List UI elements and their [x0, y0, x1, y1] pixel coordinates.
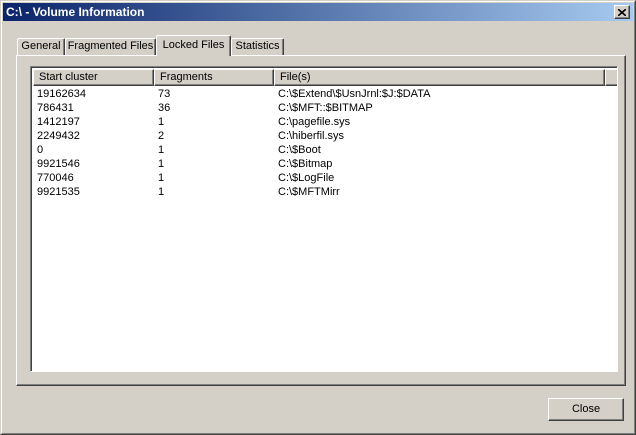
table-row[interactable]: 1412197 1 C:\pagefile.sys — [33, 115, 617, 129]
table-row[interactable]: 0 1 C:\$Boot — [33, 143, 617, 157]
column-header-start-cluster[interactable]: Start cluster — [33, 69, 154, 86]
volume-information-window: C:\ - Volume Information General Fragmen… — [0, 0, 636, 435]
start-cluster-cell: 9921535 — [37, 186, 80, 198]
file-cell: C:\$Boot — [278, 144, 321, 156]
column-header-filler — [605, 69, 617, 86]
tab-fragmented-files[interactable]: Fragmented Files — [65, 38, 156, 55]
file-cell: C:\$MFT::$BITMAP — [278, 102, 373, 114]
start-cluster-cell: 0 — [37, 144, 44, 156]
tab-strip: General Fragmented Files Locked Files St… — [1, 1, 636, 61]
column-header-files[interactable]: File(s) — [274, 69, 605, 86]
fragments-cell: 1 — [158, 186, 165, 198]
table-row[interactable]: 9921535 1 C:\$MFTMirr — [33, 185, 617, 199]
tab-statistics[interactable]: Statistics — [231, 38, 284, 55]
start-cluster-cell: 9921546 — [37, 158, 80, 170]
fragments-cell: 1 — [158, 158, 165, 170]
file-cell: C:\$Extend\$UsnJrnl:$J:$DATA — [278, 88, 431, 100]
start-cluster-cell: 770046 — [37, 172, 74, 184]
locked-files-list[interactable]: Start cluster Fragments File(s) 19162634… — [30, 66, 618, 372]
column-header-fragments[interactable]: Fragments — [154, 69, 274, 86]
fragments-cell: 1 — [158, 144, 165, 156]
list-header: Start cluster Fragments File(s) — [33, 69, 617, 86]
table-row[interactable]: 786431 36 C:\$MFT::$BITMAP — [33, 101, 617, 115]
file-cell: C:\$Bitmap — [278, 158, 333, 170]
start-cluster-cell: 786431 — [37, 102, 74, 114]
list-rows: 19162634 73 C:\$Extend\$UsnJrnl:$J:$DATA… — [33, 87, 617, 199]
close-button[interactable]: Close — [548, 398, 624, 421]
file-cell: C:\hiberfil.sys — [278, 130, 345, 142]
table-row[interactable]: 770046 1 C:\$LogFile — [33, 171, 617, 185]
fragments-cell: 73 — [158, 88, 171, 100]
fragments-cell: 1 — [158, 172, 165, 184]
file-cell: C:\$LogFile — [278, 172, 335, 184]
file-cell: C:\$MFTMirr — [278, 186, 340, 198]
tab-locked-files[interactable]: Locked Files — [156, 35, 231, 56]
table-row[interactable]: 19162634 73 C:\$Extend\$UsnJrnl:$J:$DATA — [33, 87, 617, 101]
fragments-cell: 36 — [158, 102, 171, 114]
table-row[interactable]: 2249432 2 C:\hiberfil.sys — [33, 129, 617, 143]
start-cluster-cell: 19162634 — [37, 88, 86, 100]
start-cluster-cell: 2249432 — [37, 130, 80, 142]
file-cell: C:\pagefile.sys — [278, 116, 351, 128]
start-cluster-cell: 1412197 — [37, 116, 80, 128]
table-row[interactable]: 9921546 1 C:\$Bitmap — [33, 157, 617, 171]
fragments-cell: 1 — [158, 116, 165, 128]
tab-general[interactable]: General — [17, 38, 65, 55]
fragments-cell: 2 — [158, 130, 165, 142]
